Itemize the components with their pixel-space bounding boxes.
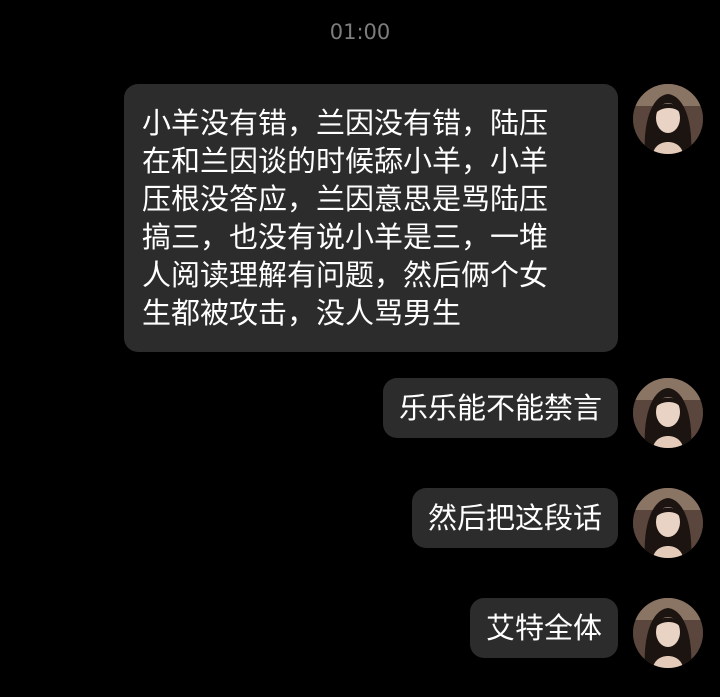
- user-avatar-photo-icon: [633, 598, 703, 668]
- message-bubble[interactable]: 小羊没有错，兰因没有错，陆压 在和兰因谈的时候舔小羊，小羊 压根没答应，兰因意思…: [124, 84, 618, 352]
- user-avatar-photo-icon: [633, 378, 703, 448]
- user-avatar[interactable]: [633, 488, 703, 558]
- message-bubble[interactable]: 艾特全体: [469, 598, 618, 658]
- message-row: 然后把这段话: [411, 488, 703, 558]
- message-row: 艾特全体: [469, 598, 703, 668]
- user-avatar[interactable]: [633, 378, 703, 448]
- user-avatar[interactable]: [633, 84, 703, 154]
- user-avatar-photo-icon: [633, 488, 703, 558]
- message-bubble[interactable]: 乐乐能不能禁言: [382, 378, 618, 438]
- message-bubble[interactable]: 然后把这段话: [411, 488, 618, 548]
- message-row: 乐乐能不能禁言: [382, 378, 703, 448]
- user-avatar[interactable]: [633, 598, 703, 668]
- message-row: 小羊没有错，兰因没有错，陆压 在和兰因谈的时候舔小羊，小羊 压根没答应，兰因意思…: [124, 84, 703, 352]
- message-timestamp: 01:00: [329, 20, 391, 44]
- user-avatar-photo-icon: [633, 84, 703, 154]
